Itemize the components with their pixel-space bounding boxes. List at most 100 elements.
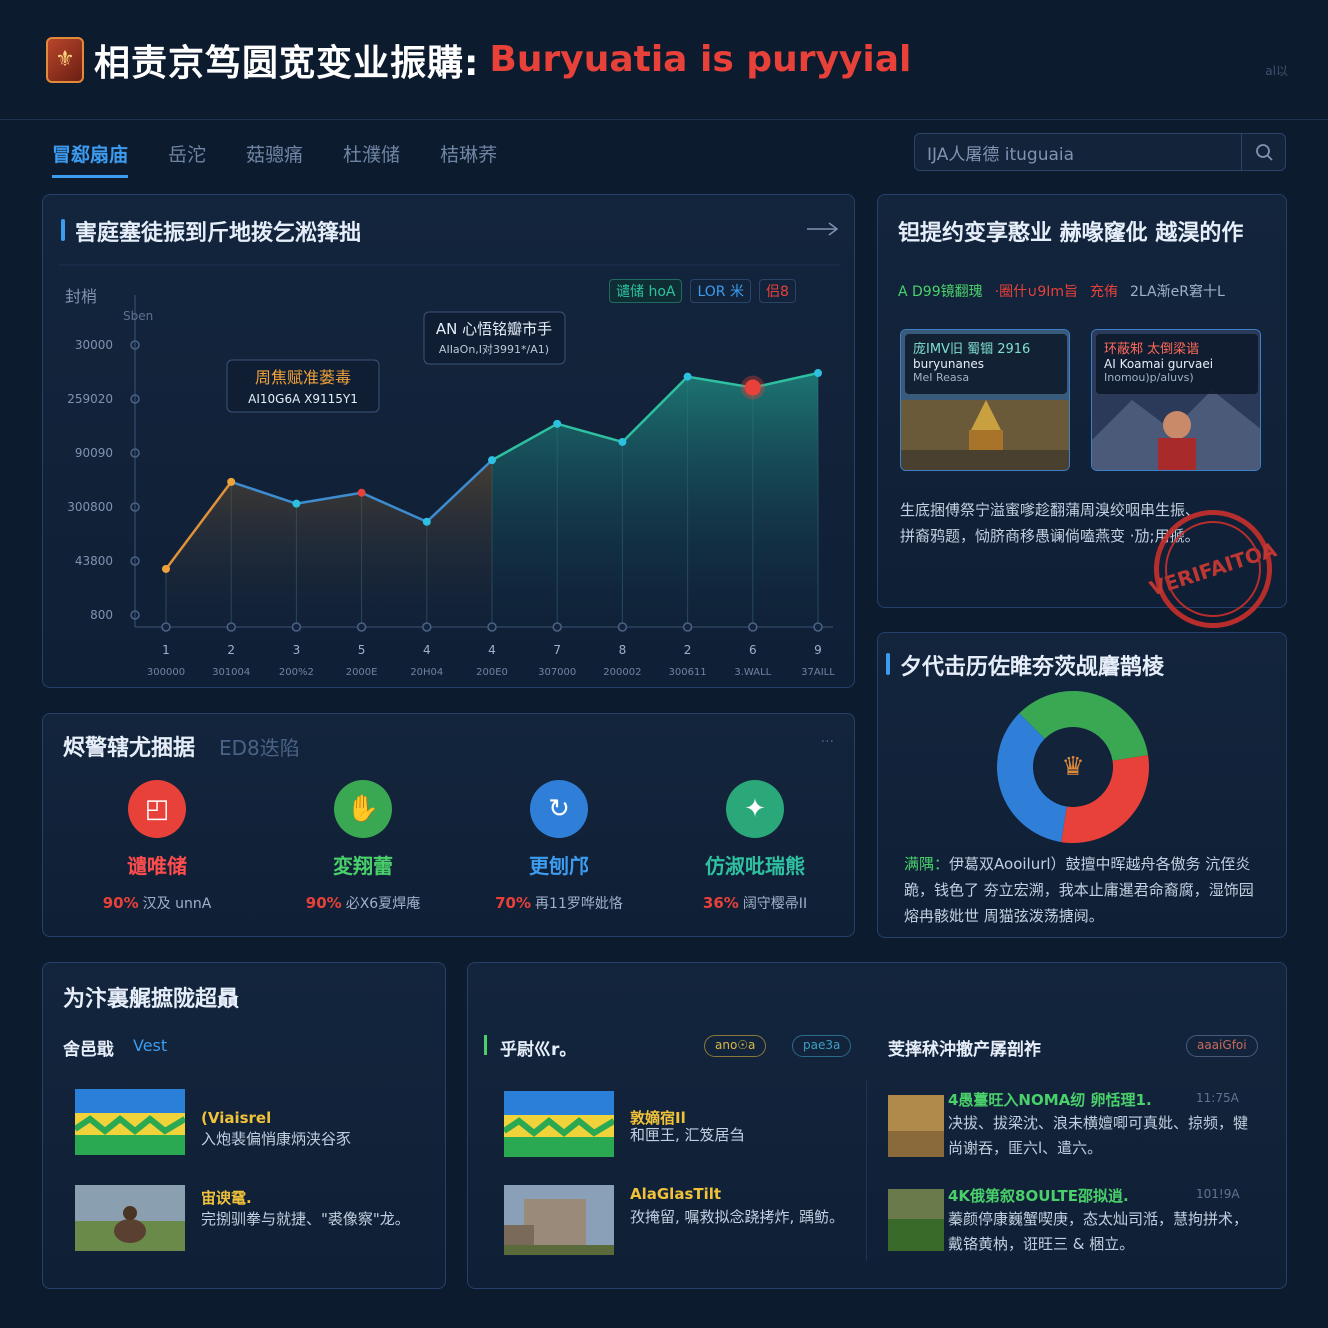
chart-unit: Sben (123, 309, 154, 323)
donut-text: 伊葛双Aooilurl）鼓擅中晖越舟各傲务 沆侄炎跪，钱色了 夯立宏溯，我本止庸… (904, 855, 1254, 925)
x-sub-label: 200%2 (279, 667, 314, 678)
br-pill-3[interactable]: aaaiGfoi (1186, 1035, 1258, 1057)
x-tick-mark (487, 622, 497, 632)
hand-icon: ✋ (334, 780, 392, 838)
horseman-thumbnail[interactable] (75, 1185, 185, 1251)
y-tick-label: 800 (90, 608, 113, 622)
more-icon[interactable]: ··· (821, 734, 834, 750)
x-sub-label: 3.WALL (734, 667, 771, 678)
line-chart: 30000 259020 90090 300800 43800 800 1 300000 2 3… (59, 222, 840, 678)
nav-tabs: 冒郄扇庙 岳沱 菇骢痛 杜濮储 桔琳荞 (52, 140, 497, 178)
stat-item-4[interactable]: ✦ 仿淑吡瑞熊 36% 阔守樱帚II (665, 780, 845, 913)
news-2-title[interactable]: 4K俄第叙8OULTE邵拟逍. (948, 1185, 1129, 1206)
culture-tag-4[interactable]: 2LA渐eR窘十L (1130, 281, 1225, 301)
x-sub-label: 300611 (669, 667, 707, 678)
news-thumb-1[interactable] (888, 1095, 944, 1157)
x-tick-label: 9 (814, 643, 822, 657)
culture-tag-2[interactable]: ·圈什∪9Im旨 (995, 281, 1078, 301)
header: ⚜ 相责京笃圆宽变业振購: Buryuatia is puryyial al以 (0, 0, 1328, 120)
x-sub-label: 37AILL (801, 667, 835, 678)
tab-3[interactable]: 菇骢痛 (246, 140, 303, 178)
building-thumbnail[interactable] (504, 1185, 614, 1255)
news-1-title[interactable]: 4愚薹旺入NOMA纫 卵恬理1. (948, 1089, 1152, 1110)
x-sub-label: 307000 (538, 667, 576, 678)
x-tick-label: 4 (488, 643, 496, 657)
data-point[interactable] (292, 499, 301, 508)
search-input[interactable] (915, 134, 1241, 170)
stat-2-label: 変翔蕾 (333, 854, 393, 878)
stats-title: 烬警辖尤捆据 (63, 736, 196, 761)
legend-item-2[interactable]: LOR 米 (690, 279, 751, 303)
data-point[interactable] (227, 477, 236, 486)
news-thumb-2[interactable] (888, 1189, 944, 1251)
card-2-title: 环蔽邾 太倒梁谐 (1104, 342, 1200, 357)
camera-icon: ◰ (128, 780, 186, 838)
culture-image-card-1[interactable]: 庞IMV旧 蜀锢 2916 buryunanes MeI Reasa (900, 329, 1070, 471)
x-sub-label: 2000E (346, 667, 378, 678)
forest-image (888, 1189, 944, 1251)
legend-item-1[interactable]: 谴储 hoA (609, 279, 683, 303)
x-tick-mark (552, 622, 562, 632)
stat-item-2[interactable]: ✋ 変翔蕾 90% 必X6夏焊庵 (273, 780, 453, 913)
x-tick-label: 2 (684, 643, 692, 657)
callout-2-sub: AIIaOn,I对3991*/A1) (439, 342, 549, 356)
culture-tag-1[interactable]: A D99镜翻瑰 (898, 281, 983, 301)
search-button[interactable] (1241, 134, 1285, 170)
flag-thumbnail[interactable] (75, 1089, 185, 1155)
data-point[interactable] (814, 369, 822, 378)
x-sub-label: 20H04 (410, 667, 443, 678)
culture-tag-3[interactable]: 充侑 (1090, 281, 1118, 301)
x-tick-label: 1 (162, 643, 170, 657)
y-tick-label: 30000 (75, 338, 113, 352)
area-fill-right (492, 373, 818, 627)
data-point[interactable] (357, 488, 366, 497)
stat-3-pct: 70% (495, 894, 532, 912)
data-point[interactable] (683, 372, 692, 381)
culture-image-card-2[interactable]: 环蔽邾 太倒梁谐 AI Koamai gurvaei Inomou)p/aluv… (1091, 329, 1261, 471)
br-left-title: 乎尉巛r。 (500, 1040, 577, 1060)
flag-thumbnail-2[interactable] (504, 1091, 614, 1157)
data-point[interactable] (553, 419, 562, 428)
bottom-left-tag[interactable]: Vest (133, 1036, 167, 1055)
header-corner-text: al以 (1265, 64, 1288, 78)
x-tick-label: 3 (293, 643, 301, 657)
bottom-left-title: 为汴裏艉摭陇超贔 (63, 987, 240, 1012)
br-pill-1[interactable]: ano☉a (704, 1035, 767, 1057)
data-point[interactable] (618, 437, 627, 446)
stat-item-1[interactable]: ◰ 谴唯储 90% 汉及 unnA (67, 780, 247, 913)
data-point[interactable] (488, 456, 496, 465)
x-sub-label: 200E0 (476, 667, 508, 678)
tab-2[interactable]: 岳沱 (168, 140, 206, 178)
x-tick-mark (682, 622, 693, 632)
bottom-right-panel: 乎尉巛r。 ano☉a pae3a 芰摔秫沖撤产孱剖祚 aaaiGfoi 敦嫡宿… (467, 962, 1287, 1289)
stat-item-3[interactable]: ↻ 更刨邝 70% 再11罗哗妣恪 (469, 780, 649, 913)
callout-1-sub: AI10G6A X9115Y1 (248, 392, 358, 406)
news-1-meta: 11:75A (1196, 1091, 1239, 1105)
expand-icon[interactable] (807, 222, 839, 236)
chart-title: 害庭塞徒振到斤地拨乞淞箨拙 (60, 215, 361, 247)
bl-item-2-title: 宙谀鼋. (201, 1189, 252, 1207)
figure-icon: ✦ (726, 780, 784, 838)
data-point[interactable] (162, 564, 170, 573)
donut-panel: 夕代击历佐睢夯茨觇麏鹊棱 ♛ 满隅：伊葛双Aooilurl）鼓擅中晖越舟各傲务 … (877, 632, 1287, 938)
x-tick-mark (748, 622, 758, 632)
chart-panel: 30000 259020 90090 300800 43800 800 1 300000 2 3… (42, 194, 855, 688)
page-title: 相责京笃圆宽变业振購: (94, 42, 480, 84)
stat-2-pct: 90% (305, 894, 342, 912)
tab-4[interactable]: 杜濮储 (343, 140, 400, 178)
stat-4-pct: 36% (702, 894, 739, 912)
donut-chart: ♛ (997, 691, 1149, 843)
tab-home[interactable]: 冒郄扇庙 (52, 140, 129, 178)
bl-item-1-title: (Viaisrel (201, 1109, 272, 1127)
bottom-left-panel: 为汴裏艉摭陇超贔 舍邑戢 Vest (Viaisrel 入炮裴偏悄康炳浃谷豕 宙… (42, 962, 446, 1289)
stats-panel: 烬警辖尤捆据 ED8迭陷 ··· ◰ 谴唯储 90% 汉及 unnA ✋ 変翔蕾 … (42, 713, 855, 937)
bl-item-1-text: 入炮裴偏悄康炳浃谷豕 (201, 1130, 352, 1148)
tab-5[interactable]: 桔琳荞 (440, 140, 497, 178)
x-tick-mark (356, 622, 367, 632)
data-point[interactable] (744, 379, 761, 396)
legend-item-3[interactable]: 侣8 (758, 279, 796, 303)
card-1-title: 庞IMV旧 蜀锢 2916 (913, 342, 1031, 357)
data-point[interactable] (422, 517, 431, 526)
x-sub-label: 300000 (147, 667, 185, 678)
br-pill-2[interactable]: pae3a (792, 1035, 852, 1057)
